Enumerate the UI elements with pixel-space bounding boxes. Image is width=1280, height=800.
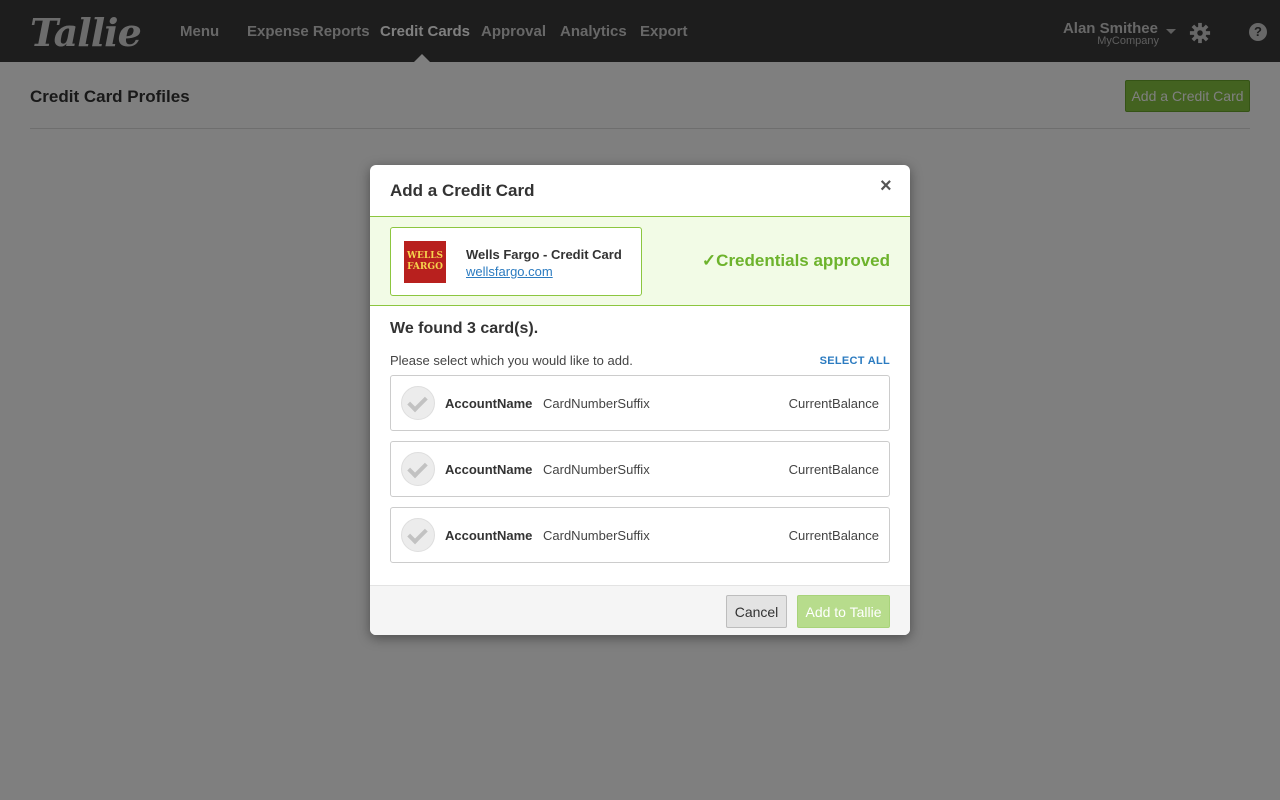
close-icon[interactable]: × [880,175,892,198]
add-credit-card-modal: Add a Credit Card × WELLS FARGO Wells Fa… [370,165,910,635]
card-number-suffix: CardNumberSuffix [543,462,650,477]
card-number-suffix: CardNumberSuffix [543,528,650,543]
card-select-checkbox[interactable] [401,452,435,486]
card-option-row[interactable]: AccountName CardNumberSuffix CurrentBala… [390,441,890,497]
found-cards-heading: We found 3 card(s). [390,320,539,337]
card-number-suffix: CardNumberSuffix [543,396,650,411]
account-name: AccountName [445,462,533,477]
select-all-link[interactable]: SELECT ALL [820,355,890,367]
card-select-checkbox[interactable] [401,386,435,420]
bank-url-link[interactable]: wellsfargo.com [466,264,553,279]
modal-title: Add a Credit Card [390,181,535,200]
checkmark-icon [407,391,428,413]
checkmark-icon [407,523,428,545]
cancel-button[interactable]: Cancel [726,595,787,628]
logo-text-line1: WELLS [406,251,444,261]
logo-text-line2: FARGO [407,262,443,272]
card-option-row[interactable]: AccountName CardNumberSuffix CurrentBala… [390,507,890,563]
add-to-tallie-button[interactable]: Add to Tallie [797,595,890,628]
select-instruction: Please select which you would like to ad… [390,353,633,368]
wells-fargo-logo: WELLS FARGO [404,241,446,283]
bank-name: Wells Fargo - Credit Card [466,247,622,262]
account-name: AccountName [445,396,533,411]
card-option-row[interactable]: AccountName CardNumberSuffix CurrentBala… [390,375,890,431]
bank-status-band: WELLS FARGO Wells Fargo - Credit Card we… [370,216,910,306]
bank-card: WELLS FARGO Wells Fargo - Credit Card we… [390,227,642,296]
card-select-checkbox[interactable] [401,518,435,552]
current-balance: CurrentBalance [788,396,879,411]
modal-footer: Cancel Add to Tallie [370,585,910,635]
checkmark-icon [407,457,428,479]
current-balance: CurrentBalance [788,462,879,477]
credentials-approved-status: ✓Credentials approved [701,251,890,270]
current-balance: CurrentBalance [788,528,879,543]
account-name: AccountName [445,528,533,543]
